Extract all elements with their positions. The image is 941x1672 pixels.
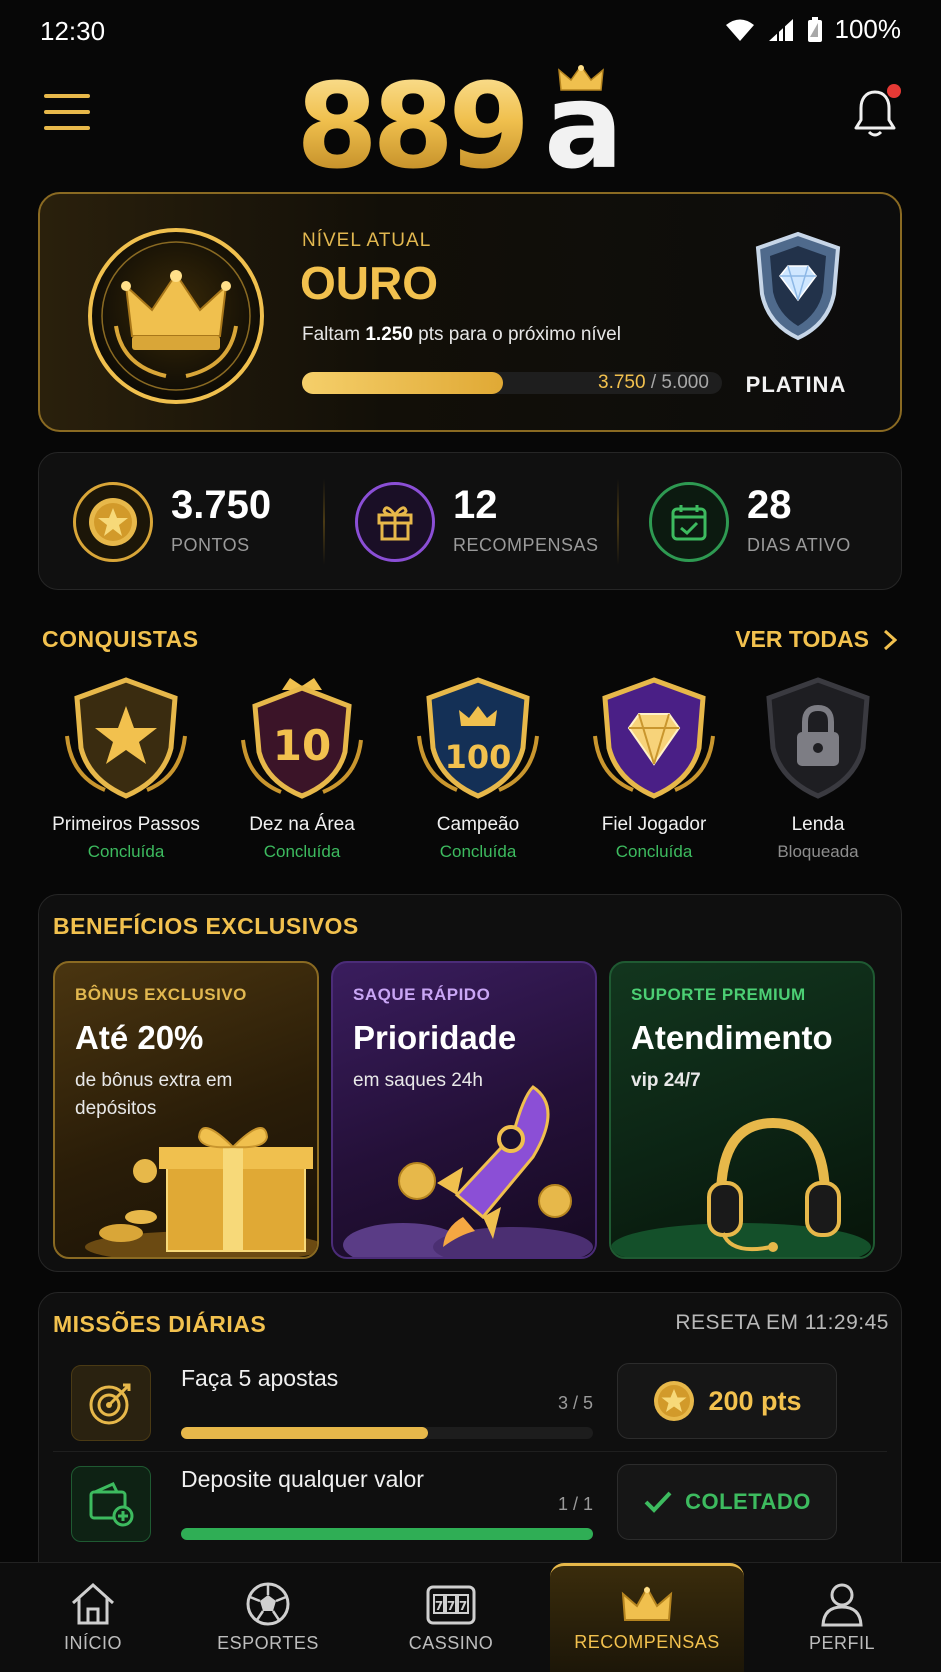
mission-progress-fill [181, 1528, 593, 1540]
signal-icon [768, 18, 793, 41]
checkmark-icon [644, 1491, 672, 1513]
stat-divider [617, 479, 619, 565]
missions-reset-timer: RESETA EM 11:29:45 [675, 1311, 889, 1334]
mission-reward-button[interactable]: 200 pts [617, 1363, 837, 1439]
nav-rewards[interactable]: RECOMPENSAS [550, 1563, 744, 1672]
wifi-icon [725, 19, 754, 41]
status-bar: 12:30 100% [0, 0, 941, 60]
notification-dot [887, 84, 901, 98]
lock-badge-icon [766, 677, 870, 799]
headset-icon [611, 1117, 871, 1257]
achievement-item[interactable]: Fiel Jogador Concluída [566, 676, 742, 862]
wallet-plus-icon [89, 1482, 134, 1527]
gold-gift-icon [85, 1127, 317, 1257]
star-coin-icon [89, 498, 137, 546]
bottom-navigation: INÍCIO ESPORTES 777 CASSINO RECOMPENSAS … [0, 1562, 941, 1672]
app-logo: 889 a [296, 57, 646, 195]
diamond-badge-icon [593, 677, 715, 799]
level-progress-fill [302, 372, 503, 394]
status-time: 12:30 [40, 16, 106, 46]
stat-divider [323, 479, 325, 565]
exclusive-benefits-card: BENEFÍCIOS EXCLUSIVOS BÔNUS EXCLUSIVO At… [38, 894, 902, 1272]
achievement-item[interactable]: 10 Dez na Área Concluída [214, 676, 390, 862]
points-remaining: Faltam 1.250 pts para o próximo nível [302, 324, 621, 345]
see-all-achievements-link[interactable]: VER TODAS [735, 626, 897, 653]
logo-crown-icon [558, 64, 604, 91]
slot-machine-icon: 777 [426, 1585, 476, 1625]
menu-icon [44, 94, 90, 98]
mission-progress-bar [181, 1427, 593, 1439]
star-badge-icon [65, 677, 187, 799]
status-icons: 100% [725, 14, 902, 45]
achievement-item[interactable]: Primeiros Passos Concluída [38, 676, 214, 862]
next-level-name: PLATINA [745, 372, 847, 397]
mission-title: Faça 5 apostas [181, 1365, 339, 1391]
current-level-card: NÍVEL ATUAL OURO Faltam 1.250 pts para o… [38, 192, 902, 432]
missions-title: MISSÕES DIÁRIAS [53, 1311, 267, 1337]
svg-text:7: 7 [435, 1599, 443, 1613]
chevron-right-icon [883, 629, 897, 650]
platinum-diamond-shield-icon [755, 231, 841, 341]
star-coin-icon [654, 1381, 695, 1421]
mission-progress-bar [181, 1528, 593, 1540]
nav-profile[interactable]: PERFIL [800, 1563, 884, 1672]
calendar-check-icon [671, 505, 707, 541]
level-name: OURO [300, 257, 438, 309]
home-icon [71, 1582, 115, 1625]
mission-row: Deposite qualquer valor 1 / 1 COLETADO [53, 1451, 887, 1551]
mission-row: Faça 5 apostas 3 / 5 200 pts [53, 1351, 887, 1451]
mission-progress-fill [181, 1427, 428, 1439]
mission-progress-count: 1 / 1 [557, 1494, 593, 1514]
crown-icon [621, 1585, 673, 1621]
svg-text:7: 7 [447, 1599, 455, 1613]
achievements-title: CONQUISTAS [42, 626, 199, 652]
battery-percent: 100% [834, 14, 902, 44]
level-progress-text: 3.750 / 5.000 [598, 372, 709, 393]
level-label: NÍVEL ATUAL [302, 230, 432, 251]
hundred-badge-icon: 100 [417, 677, 539, 799]
svg-text:7: 7 [459, 1599, 467, 1613]
gold-crown-medal-icon [88, 228, 264, 404]
mission-progress-count: 3 / 5 [557, 1393, 593, 1413]
gift-icon [377, 506, 413, 541]
svg-text:10: 10 [273, 721, 331, 770]
nav-home[interactable]: INÍCIO [40, 1563, 146, 1672]
user-icon [821, 1583, 863, 1627]
benefit-bonus-card[interactable]: BÔNUS EXCLUSIVO Até 20% de bônus extra e… [53, 961, 319, 1259]
benefits-title: BENEFÍCIOS EXCLUSIVOS [53, 913, 359, 939]
target-icon [89, 1383, 131, 1425]
achievement-item[interactable]: Lenda Bloqueada [730, 676, 906, 862]
achievements-list: Primeiros Passos Concluída 10 Dez na Áre… [38, 676, 902, 872]
achievement-item[interactable]: 100 Campeão Concluída [390, 676, 566, 862]
stats-summary: 3.750 PONTOS 12 RECOMPENSAS 28 DIAS ATIV… [38, 452, 902, 590]
benefit-premium-support-card[interactable]: SUPORTE PREMIUM Atendimento vip 24/7 [609, 961, 875, 1259]
notifications-button[interactable] [853, 84, 901, 138]
benefit-title: Até 20% [75, 1019, 204, 1056]
mission-collected-button[interactable]: COLETADO [617, 1464, 837, 1540]
rocket-icon [343, 1085, 593, 1257]
nav-casino[interactable]: 777 CASSINO [396, 1563, 506, 1672]
svg-text:100: 100 [445, 738, 512, 776]
mission-title: Deposite qualquer valor [181, 1466, 424, 1492]
soccer-ball-icon [246, 1582, 290, 1626]
logo-digits: 889 [296, 57, 530, 195]
points-remaining-value: 1.250 [365, 324, 413, 345]
ten-badge-icon: 10 [241, 678, 363, 799]
app-header: 889 a [0, 60, 941, 186]
battery-icon [807, 16, 822, 42]
menu-button[interactable] [44, 94, 90, 134]
benefit-fast-withdraw-card[interactable]: SAQUE RÁPIDO Prioridade em saques 24h [331, 961, 597, 1259]
nav-sports[interactable]: ESPORTES [208, 1563, 328, 1672]
